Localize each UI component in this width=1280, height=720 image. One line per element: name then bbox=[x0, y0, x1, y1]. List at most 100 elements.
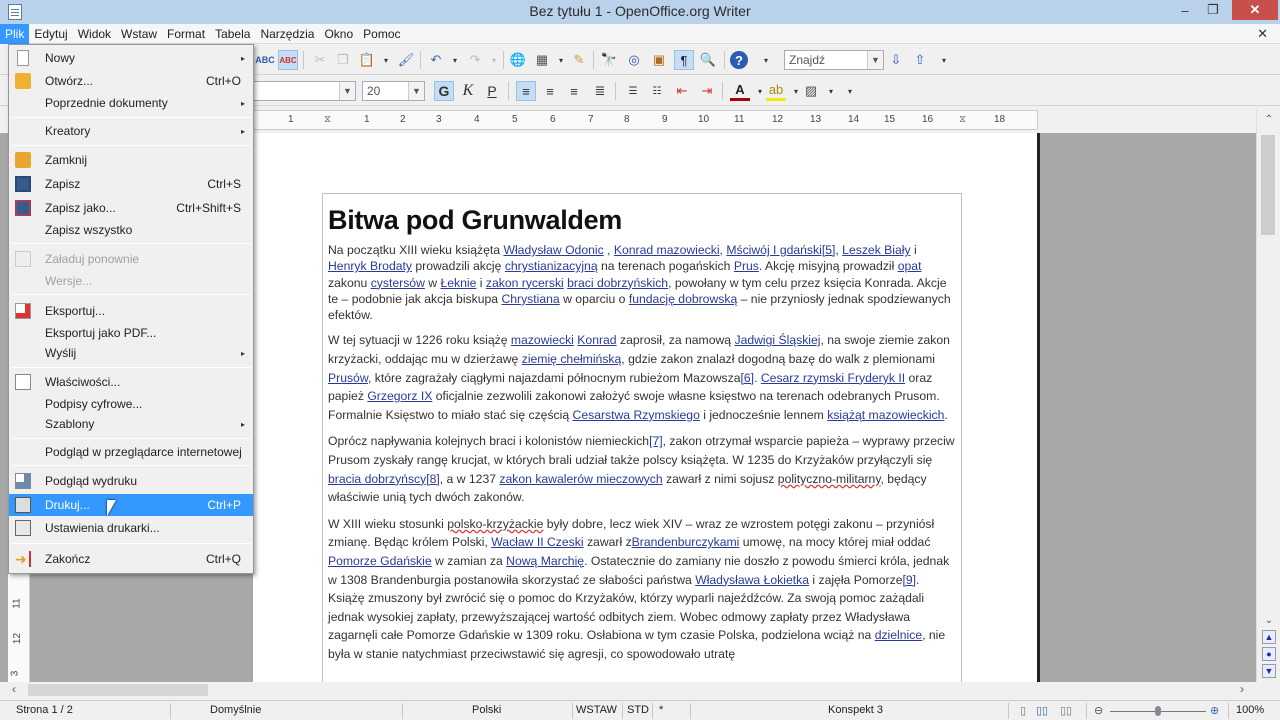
menu-edytuj[interactable]: Edytuj bbox=[29, 24, 72, 44]
menu-item-zapisz[interactable]: Zapisz Ctrl+S bbox=[9, 173, 253, 195]
menu-item-zakoncz[interactable]: ➜ Zakończ Ctrl+Q bbox=[9, 548, 253, 570]
single-page-view-icon[interactable]: ▯ bbox=[1020, 704, 1026, 717]
hyperlink[interactable]: Cesarz rzymski Fryderyk II bbox=[761, 371, 905, 385]
undo-dropdown-icon[interactable]: ▾ bbox=[445, 50, 465, 70]
font-name-select[interactable]: ▼ bbox=[253, 81, 356, 101]
scroll-up-icon[interactable]: ⌃ bbox=[1262, 113, 1276, 127]
hyperlink[interactable]: Prusów bbox=[328, 371, 368, 385]
scroll-right-icon[interactable]: › bbox=[1240, 682, 1244, 696]
zoom-level[interactable]: 100% bbox=[1236, 704, 1264, 716]
hyperlink[interactable]: Konrad mazowiecki bbox=[614, 243, 720, 257]
menu-item-zamknij[interactable]: Zamknij bbox=[9, 149, 253, 171]
help-icon[interactable]: ? bbox=[730, 51, 748, 69]
hyperlink[interactable]: Władysław Odonic bbox=[503, 243, 603, 257]
menu-item-zapisz-wszystko[interactable]: Zapisz wszystko bbox=[9, 219, 253, 241]
formatting-toolbar-options-icon[interactable]: ▾ bbox=[840, 81, 860, 101]
hyperlink[interactable]: mazowiecki bbox=[511, 333, 574, 347]
font-size-select[interactable]: 20 ▼ bbox=[362, 81, 425, 101]
menu-item-wersje[interactable]: Wersje... bbox=[9, 270, 253, 292]
multi-page-view-icon[interactable]: ▯▯ bbox=[1036, 704, 1048, 717]
hyperlink[interactable]: Łeknie bbox=[440, 276, 476, 290]
menu-item-ustawienia-drukarki[interactable]: Ustawienia drukarki... bbox=[9, 517, 253, 539]
underline-button[interactable]: P bbox=[482, 81, 502, 101]
misspelled-word[interactable]: polityczno-militarny bbox=[778, 472, 881, 486]
redo-icon[interactable]: ↷ bbox=[465, 50, 485, 70]
horizontal-ruler[interactable]: 1 ⧖ 1 2 3 4 5 6 7 8 9 10 11 12 13 14 15 … bbox=[253, 110, 1038, 130]
table-icon[interactable]: ▦ bbox=[532, 50, 552, 70]
find-next-icon[interactable]: ⇩ bbox=[886, 50, 906, 70]
hyperlink[interactable]: dzielnice bbox=[875, 628, 922, 642]
formatting-marks-icon[interactable]: ¶ bbox=[674, 50, 694, 70]
hyperlink[interactable]: ziemię chełmińską bbox=[522, 352, 622, 366]
document-content[interactable]: Bitwa pod Grunwaldem Na początku XIII wi… bbox=[328, 205, 958, 672]
hyperlink[interactable]: książąt mazowieckich bbox=[827, 408, 944, 422]
copy-icon[interactable]: ❐ bbox=[333, 50, 353, 70]
selection-mode[interactable]: STD bbox=[627, 704, 649, 716]
scroll-left-icon[interactable]: ‹ bbox=[12, 682, 16, 696]
increase-indent-icon[interactable]: ⇥ bbox=[697, 81, 717, 101]
left-indent-marker[interactable]: ⧖ bbox=[324, 114, 331, 125]
hyperlink[interactable]: fundację dobrowską bbox=[629, 292, 737, 306]
find-prev-icon[interactable]: ⇧ bbox=[910, 50, 930, 70]
page-style[interactable]: Domyślnie bbox=[210, 704, 261, 716]
hyperlink[interactable]: Brandenburczykami bbox=[632, 535, 740, 549]
hyperlink[interactable]: Prus bbox=[734, 259, 759, 273]
table-dropdown-icon[interactable]: ▾ bbox=[551, 50, 571, 70]
zoom-slider-knob[interactable] bbox=[1155, 706, 1161, 716]
hyperlink[interactable]: Nową Marchię bbox=[506, 554, 584, 568]
menu-pomoc[interactable]: Pomoc bbox=[358, 24, 405, 44]
hyperlink[interactable]: zakon rycerski bbox=[486, 276, 564, 290]
menu-item-nowy[interactable]: Nowy ▸ bbox=[9, 47, 253, 69]
menu-item-poprzednie-dokumenty[interactable]: Poprzednie dokumenty ▸ bbox=[9, 92, 253, 114]
background-color-dropdown-icon[interactable]: ▾ bbox=[821, 81, 841, 101]
previous-page-icon[interactable]: ▲ bbox=[1262, 630, 1276, 644]
hyperlink[interactable]: braci dobrzyńskich bbox=[567, 276, 668, 290]
draw-icon[interactable]: ✎ bbox=[569, 50, 589, 70]
highlight-icon[interactable]: ab bbox=[766, 81, 786, 101]
menu-widok[interactable]: Widok bbox=[73, 24, 116, 44]
navigation-icon[interactable]: ● bbox=[1262, 647, 1276, 661]
zoom-out-icon[interactable]: ⊖ bbox=[1094, 704, 1103, 717]
vertical-scrollbar[interactable]: ⌃ ⌄ ▲ ● ▼ bbox=[1256, 110, 1280, 682]
next-page-icon[interactable]: ▼ bbox=[1262, 664, 1276, 678]
bold-button[interactable]: G bbox=[434, 81, 454, 101]
scrollbar-thumb[interactable] bbox=[1261, 135, 1275, 235]
close-document-icon[interactable]: ✕ bbox=[1257, 26, 1268, 42]
hyperlink[interactable]: Wacław II Czeski bbox=[491, 535, 583, 549]
hyperlink[interactable]: Leszek Biały bbox=[842, 243, 910, 257]
italic-button[interactable]: K bbox=[458, 81, 478, 101]
close-button[interactable]: ✕ bbox=[1232, 0, 1278, 20]
justify-icon[interactable]: ≣ bbox=[590, 81, 610, 101]
align-center-icon[interactable]: ≡ bbox=[540, 81, 560, 101]
hyperlink[interactable]: Cesarstwa Rzymskiego bbox=[573, 408, 700, 422]
menu-tabela[interactable]: Tabela bbox=[210, 24, 255, 44]
page-indicator[interactable]: Strona 1 / 2 bbox=[16, 704, 73, 716]
find-input[interactable]: Znajdź ▼ bbox=[784, 50, 884, 70]
hyperlink[interactable]: opat bbox=[898, 259, 922, 273]
menu-okno[interactable]: Okno bbox=[319, 24, 358, 44]
menu-format[interactable]: Format bbox=[162, 24, 210, 44]
hyperlink[interactable]: Władysława Łokietka bbox=[695, 573, 809, 587]
format-paintbrush-icon[interactable]: 🖌 bbox=[396, 50, 416, 70]
hyperlink[interactable]: Pomorze Gdańskie bbox=[328, 554, 432, 568]
hyperlink[interactable]: [7] bbox=[649, 434, 663, 448]
menu-item-zaladuj-ponownie[interactable]: Załaduj ponownie bbox=[9, 248, 253, 270]
misspelled-word[interactable]: polsko-krzyżackie bbox=[447, 517, 543, 531]
hyperlink[interactable]: bracia dobrzyńscy[8] bbox=[328, 472, 440, 486]
hyperlink[interactable]: cystersów bbox=[371, 276, 425, 290]
paste-icon[interactable]: 📋 bbox=[357, 50, 377, 70]
cut-icon[interactable]: ✂ bbox=[310, 50, 330, 70]
find-toolbar-options-icon[interactable]: ▾ bbox=[934, 50, 954, 70]
minimize-button[interactable]: – bbox=[1172, 0, 1198, 20]
language-indicator[interactable]: Polski bbox=[472, 704, 501, 716]
background-color-icon[interactable]: ▨ bbox=[801, 81, 821, 101]
spellcheck-icon[interactable]: ABC bbox=[255, 50, 275, 70]
menu-item-otworz[interactable]: Otwórz... Ctrl+O bbox=[9, 70, 253, 92]
maximize-button[interactable]: ❐ bbox=[1200, 0, 1226, 20]
menu-item-szablony[interactable]: Szablony ▸ bbox=[9, 413, 253, 435]
menu-item-podpisy-cyfrowe[interactable]: Podpisy cyfrowe... bbox=[9, 393, 253, 415]
hscrollbar-thumb[interactable] bbox=[28, 684, 208, 696]
font-color-icon[interactable]: A bbox=[730, 81, 750, 101]
align-right-icon[interactable]: ≡ bbox=[564, 81, 584, 101]
paste-dropdown-icon[interactable]: ▾ bbox=[376, 50, 396, 70]
